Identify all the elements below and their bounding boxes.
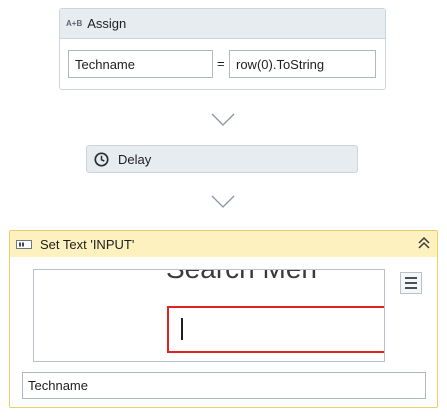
double-chevron-up-icon[interactable] [417, 236, 431, 250]
set-text-title: Set Text 'INPUT' [40, 236, 135, 252]
assign-to-field[interactable]: Techname [68, 50, 213, 78]
clock-icon [94, 151, 109, 167]
delay-title: Delay [118, 151, 152, 167]
flow-arrow-down-icon [211, 195, 235, 208]
set-text-activity[interactable]: Set Text 'INPUT' Search Men Techname [9, 230, 438, 408]
assign-value-expr: row(0).ToString [236, 56, 325, 72]
assign-icon: A+B [66, 19, 83, 28]
text-caret [181, 318, 183, 340]
hamburger-menu-icon[interactable] [400, 272, 422, 294]
assign-value-field[interactable]: row(0).ToString [229, 50, 376, 78]
target-input-highlight [167, 306, 384, 353]
flow-arrow-down-icon [211, 113, 235, 126]
screenshot-preview: Search Men [33, 269, 385, 362]
assign-title: Assign [87, 16, 127, 31]
equals-sign: = [217, 56, 225, 71]
set-text-header[interactable]: Set Text 'INPUT' [10, 231, 437, 257]
delay-activity[interactable]: Delay [86, 145, 358, 173]
set-text-value: Techname [28, 378, 88, 393]
set-text-value-field[interactable]: Techname [22, 372, 426, 399]
set-text-icon [16, 239, 32, 249]
assign-activity[interactable]: A+B Assign Techname = row(0).ToString [59, 8, 386, 90]
preview-search-text: Search Men [166, 270, 317, 285]
assign-header[interactable]: A+B Assign [60, 9, 385, 39]
assign-to-value: Techname [75, 56, 135, 72]
